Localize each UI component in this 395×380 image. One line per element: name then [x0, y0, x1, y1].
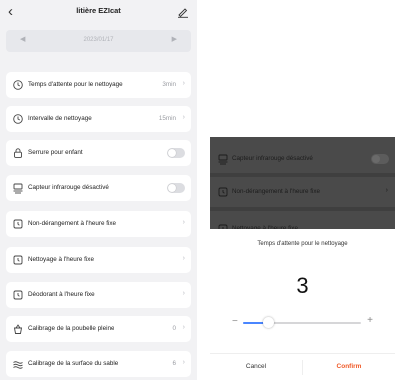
- setting-value: 0: [172, 325, 176, 332]
- infrared-sensor-toggle[interactable]: [167, 183, 185, 193]
- dialog-title: Temps d'attente pour le nettoyage: [257, 241, 348, 247]
- divider: [210, 173, 395, 177]
- setting-value: 3min: [162, 81, 176, 88]
- setting-label: Temps d'attente pour le nettoyage: [28, 81, 123, 88]
- dimmed-toggle: [371, 154, 389, 164]
- chevron-right-icon: ›: [182, 290, 185, 297]
- clock-icon: [13, 114, 23, 124]
- setting-label: Calibrage de la surface du sable: [28, 360, 119, 367]
- date-selector: ◀ 2023/01/17 ▶: [6, 30, 191, 52]
- page-title: litière EZIcat: [76, 6, 121, 15]
- setting-label: Intervalle de nettoyage: [28, 115, 92, 122]
- chevron-right-icon: ›: [182, 219, 185, 226]
- setting-label: Serrure pour enfant: [28, 149, 83, 156]
- chevron-right-icon: ›: [182, 359, 185, 366]
- edit-icon[interactable]: [177, 6, 189, 18]
- setting-scheduled-cleaning[interactable]: Nettoyage à l'heure fixe ›: [6, 247, 191, 273]
- setting-label: Capteur infrarouge désactivé: [28, 184, 109, 191]
- divider: [210, 207, 395, 211]
- setting-do-not-disturb[interactable]: Non-dérangement à l'heure fixe ›: [6, 211, 191, 237]
- setting-label: Déodorant à l'heure fixe: [28, 291, 95, 298]
- chevron-right-icon: ›: [182, 114, 185, 121]
- setting-value: 6: [172, 360, 176, 367]
- value-slider[interactable]: [243, 317, 361, 328]
- value-picker-dialog: Temps d'attente pour le nettoyage 3 − + …: [210, 229, 395, 380]
- chevron-right-icon: ›: [385, 187, 388, 194]
- dimmed-row-label: Non-dérangement à l'heure fixe: [232, 188, 321, 195]
- alarm-icon: [218, 187, 228, 197]
- settings-screen: ‹ litière EZIcat ◀ 2023/01/17 ▶ Temps d'…: [0, 0, 197, 380]
- clock-icon: [13, 80, 23, 90]
- selected-value: 3: [296, 273, 309, 298]
- setting-infrared-sensor: Capteur infrarouge désactivé: [6, 175, 191, 201]
- chevron-right-icon: ›: [182, 324, 185, 331]
- alarm-icon: [13, 219, 23, 229]
- cancel-button[interactable]: Cancel: [210, 363, 302, 370]
- alarm-icon: [13, 255, 23, 265]
- setting-label: Calibrage de la poubelle pleine: [28, 325, 115, 332]
- sensor-icon: [218, 154, 228, 165]
- sand-icon: [13, 361, 23, 369]
- confirm-button[interactable]: Confirm: [303, 363, 395, 370]
- setting-cleaning-interval[interactable]: Intervalle de nettoyage 15min ›: [6, 106, 191, 132]
- setting-label: Non-dérangement à l'heure fixe: [28, 220, 117, 227]
- chevron-right-icon: ›: [182, 80, 185, 87]
- top-bar: ‹ litière EZIcat: [0, 0, 197, 26]
- child-lock-toggle[interactable]: [167, 148, 185, 158]
- setting-child-lock: Serrure pour enfant: [6, 140, 191, 166]
- setting-value: 15min: [158, 115, 176, 122]
- slider-handle[interactable]: [263, 317, 275, 328]
- plus-icon[interactable]: +: [367, 315, 373, 326]
- dimmed-row-label: Capteur infrarouge désactivé: [232, 155, 313, 162]
- chevron-right-icon: ›: [182, 255, 185, 262]
- setting-sand-surface-calibration[interactable]: Calibrage de la surface du sable 6 ›: [6, 351, 191, 377]
- minus-icon[interactable]: −: [232, 316, 238, 327]
- dimmed-row-do-not-disturb: Non-dérangement à l'heure fixe ›: [210, 179, 395, 205]
- setting-label: Nettoyage à l'heure fixe: [28, 256, 94, 263]
- dialog-actions: Cancel Confirm: [210, 353, 395, 380]
- bin-icon: [13, 324, 23, 334]
- setting-scheduled-deodorant[interactable]: Déodorant à l'heure fixe ›: [6, 282, 191, 308]
- picker-screen: Capteur infrarouge désactivé Non-dérange…: [210, 137, 395, 380]
- next-date-icon[interactable]: ▶: [172, 35, 177, 43]
- alarm-icon: [13, 290, 23, 300]
- setting-cleaning-wait-time[interactable]: Temps d'attente pour le nettoyage 3min ›: [6, 72, 191, 98]
- sensor-icon: [13, 183, 23, 194]
- dimmed-row-infrared-sensor: Capteur infrarouge désactivé: [210, 146, 395, 172]
- date-label: 2023/01/17: [83, 37, 114, 43]
- setting-full-bin-calibration[interactable]: Calibrage de la poubelle pleine 0 ›: [6, 316, 191, 342]
- lock-icon: [14, 148, 22, 158]
